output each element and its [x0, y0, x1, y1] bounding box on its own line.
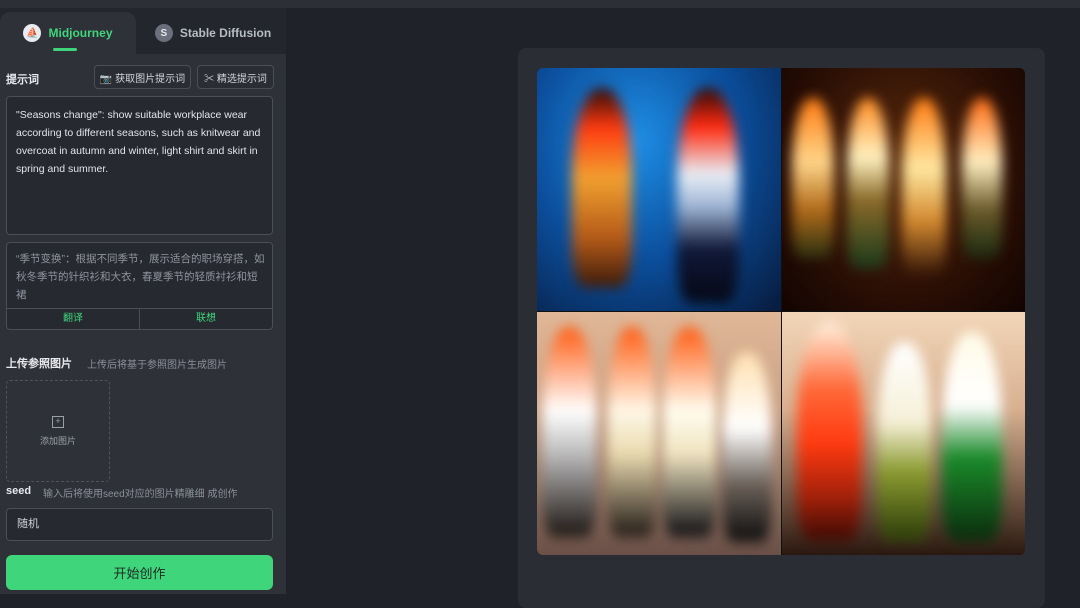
preset-prompt-button[interactable]: ✂ 精选提示词	[197, 65, 274, 89]
associate-button[interactable]: 联想	[140, 309, 272, 329]
tab-midjourney-label: Midjourney	[48, 26, 113, 40]
generated-image-grid[interactable]	[537, 68, 1025, 555]
translation-text[interactable]: “季节变换”：根据不同季节，展示适合的职场穿搭，如秋冬季节的针织衫和大衣，春夏季…	[16, 250, 266, 304]
upload-label: 添加图片	[39, 435, 76, 446]
model-tabs: ⛵ Midjourney S Stable Diffusion	[0, 12, 286, 54]
image-prompt-button[interactable]: 📷 获取图片提示词	[94, 65, 191, 89]
tab-stable-diffusion[interactable]: S Stable Diffusion	[140, 12, 286, 54]
start-create-button[interactable]: 开始创作	[6, 555, 273, 590]
active-tab-indicator	[53, 48, 77, 51]
prompt-textarea[interactable]: "Seasons change": show suitable workplac…	[6, 96, 273, 235]
generated-image-3[interactable]	[537, 312, 781, 555]
translation-actions: 翻译 联想	[7, 308, 272, 329]
tab-stable-diffusion-label: Stable Diffusion	[179, 26, 272, 40]
generated-image-4[interactable]	[781, 312, 1025, 555]
generated-image-2[interactable]	[781, 68, 1025, 311]
generated-image-1[interactable]	[537, 68, 781, 311]
midjourney-logo-icon: ⛵	[23, 24, 42, 42]
seed-hint: 输入后将使用seed对应的图片精雕细 成创作	[43, 489, 238, 500]
seed-input[interactable]: 随机	[6, 508, 273, 541]
translate-button[interactable]: 翻译	[7, 309, 140, 329]
stable-diffusion-logo-icon: S	[154, 24, 173, 42]
seed-title: seed	[6, 485, 32, 497]
prompt-title: 提示词	[6, 74, 39, 86]
top-bar	[0, 0, 1080, 8]
translation-box: “季节变换”：根据不同季节，展示适合的职场穿搭，如秋冬季节的针织衫和大衣，春夏季…	[6, 242, 273, 330]
plus-icon: +	[52, 415, 64, 428]
upload-title: 上传参照图片	[6, 358, 72, 370]
upload-hint: 上传后将基于参照图片生成图片	[87, 360, 227, 371]
upload-image-button[interactable]: + 添加图片	[6, 380, 110, 482]
